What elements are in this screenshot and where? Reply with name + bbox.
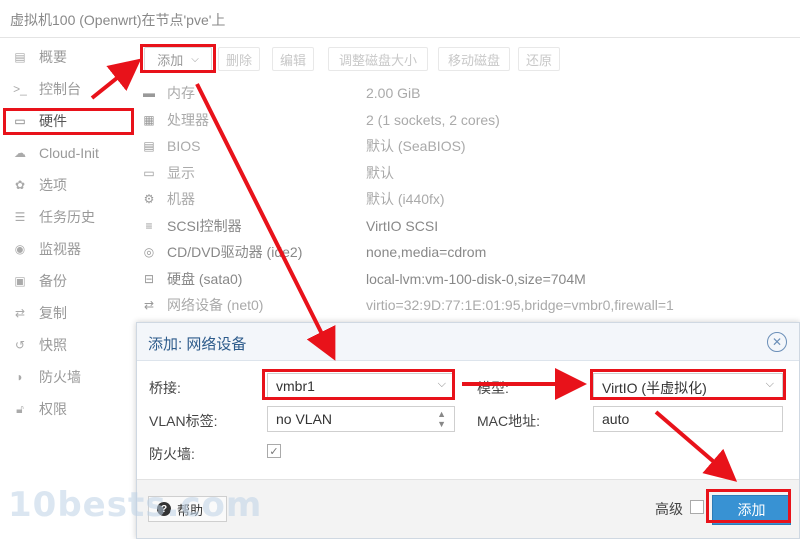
firewall-label: 防火墙:	[149, 446, 195, 462]
bridge-label: 桥接:	[149, 380, 181, 396]
hardware-name: CD/DVD驱动器 (ide2)	[167, 244, 303, 261]
advanced-label: 高级	[655, 501, 683, 517]
highlight-box-add-button	[706, 489, 791, 523]
sidebar-item-label: Cloud-Init	[39, 145, 99, 161]
hardware-value: 默认	[366, 164, 394, 181]
sidebar-item-label: 备份	[39, 273, 67, 289]
hardware-value: VirtIO SCSI	[366, 217, 439, 234]
terminal-icon: >_	[13, 82, 27, 96]
sidebar-item-permissions[interactable]: 🔓︎ 权限	[3, 396, 133, 422]
hardware-name: 网络设备 (net0)	[167, 297, 264, 314]
sidebar-item-firewall[interactable]: ◗ 防火墙	[3, 364, 133, 390]
sidebar-item-label: 权限	[39, 401, 67, 417]
hardware-value: 默认 (SeaBIOS)	[366, 138, 466, 155]
highlight-box-add-menu	[140, 44, 216, 73]
eye-icon: ◉	[14, 242, 26, 256]
hardware-row-memory[interactable]: ▬ 内存 2.00 GiB	[136, 80, 800, 107]
highlight-box-hardware	[3, 108, 134, 135]
hardware-value: local-lvm:vm-100-disk-0,size=704M	[366, 270, 586, 287]
sidebar-item-console[interactable]: >_ 控制台	[3, 76, 133, 102]
dialog-title: 添加: 网络设备	[148, 336, 247, 353]
cpu-icon: ▦	[143, 112, 155, 127]
dialog-header: 添加: 网络设备 ✕	[137, 323, 799, 361]
history-icon: ↺	[14, 338, 26, 352]
sidebar-item-snapshots[interactable]: ↺ 快照	[3, 332, 133, 358]
window-title: 虚拟机100 (Openwrt)在节点'pve'上	[0, 0, 800, 38]
move-disk-button[interactable]: 移动磁盘	[438, 47, 510, 71]
remove-button[interactable]: 删除	[218, 47, 260, 71]
sidebar-item-cloud-init[interactable]: ☁ Cloud-Init	[3, 140, 133, 166]
sidebar-item-label: 任务历史	[39, 209, 95, 225]
sidebar-item-replication[interactable]: ⇄ 复制	[3, 300, 133, 326]
mac-value: auto	[602, 411, 630, 427]
hardware-value: 默认 (i440fx)	[366, 191, 445, 208]
hardware-row-display[interactable]: ▭ 显示 默认	[136, 160, 800, 187]
hardware-row-cpu[interactable]: ▦ 处理器 2 (1 sockets, 2 cores)	[136, 107, 800, 134]
sidebar-item-summary[interactable]: ▤ 概要	[3, 44, 133, 70]
sidebar-item-label: 控制台	[39, 81, 81, 97]
hardware-name: 硬盘 (sata0)	[167, 270, 243, 287]
watermark: 10bests.com	[8, 485, 263, 525]
sidebar-item-monitor[interactable]: ◉ 监视器	[3, 236, 133, 262]
hardware-row-bios[interactable]: ▤ BIOS 默认 (SeaBIOS)	[136, 133, 800, 160]
hdd-icon: ⊟	[143, 271, 155, 286]
hardware-name: 机器	[167, 191, 195, 208]
floppy-icon: ▣	[14, 274, 26, 288]
hardware-name: 显示	[167, 164, 195, 181]
sidebar-item-backup[interactable]: ▣ 备份	[3, 268, 133, 294]
shield-icon: ◗	[16, 370, 24, 384]
revert-button[interactable]: 还原	[518, 47, 560, 71]
highlight-box-model	[590, 369, 786, 400]
cogs-icon: ⚙	[143, 192, 155, 207]
sidebar-item-options[interactable]: ✿ 选项	[3, 172, 133, 198]
spinner-icon[interactable]: ▲ ▼	[437, 409, 446, 429]
hardware-value: 2 (1 sockets, 2 cores)	[366, 111, 500, 128]
vlan-value: no VLAN	[276, 411, 333, 427]
list-icon: ☰	[14, 210, 26, 224]
close-icon[interactable]: ✕	[767, 332, 787, 352]
cdrom-icon: ◎	[143, 245, 155, 260]
hardware-name: SCSI控制器	[167, 217, 242, 234]
hardware-row-disk[interactable]: ⊟ 硬盘 (sata0) local-lvm:vm-100-disk-0,siz…	[136, 266, 800, 293]
sidebar-item-label: 防火墙	[39, 369, 81, 385]
firewall-checkbox[interactable]: ✓	[267, 444, 281, 458]
hardware-value: none,media=cdrom	[366, 244, 487, 261]
advanced-checkbox[interactable]	[690, 500, 704, 514]
vlan-input[interactable]: no VLAN ▲ ▼	[267, 406, 455, 432]
hardware-row-scsi[interactable]: ≡ SCSI控制器 VirtIO SCSI	[136, 213, 800, 240]
checkmark-icon: ✓	[269, 445, 279, 458]
mac-label: MAC地址:	[477, 413, 540, 429]
gear-icon: ✿	[14, 178, 26, 192]
sidebar-item-label: 快照	[39, 337, 67, 353]
vlan-label: VLAN标签:	[149, 413, 218, 429]
model-label: 模型:	[477, 380, 509, 396]
hardware-toolbar: 添加 ⌵ 删除 编辑 调整磁盘大小 移动磁盘 还原	[136, 40, 800, 76]
desktop-icon: ▭	[143, 165, 155, 180]
hardware-value: virtio=32:9D:77:1E:01:95,bridge=vmbr0,fi…	[366, 297, 674, 314]
hardware-name: 内存	[167, 85, 195, 102]
book-icon: ▤	[14, 50, 26, 64]
edit-button[interactable]: 编辑	[272, 47, 314, 71]
sidebar-item-label: 复制	[39, 305, 67, 321]
resize-disk-button[interactable]: 调整磁盘大小	[328, 47, 428, 71]
hardware-row-cdrom[interactable]: ◎ CD/DVD驱动器 (ide2) none,media=cdrom	[136, 239, 800, 266]
highlight-box-bridge	[262, 369, 455, 400]
unlock-icon: 🔓︎	[16, 401, 24, 416]
hardware-value: 2.00 GiB	[366, 85, 421, 102]
memory-icon: ▬	[143, 86, 155, 101]
sidebar-item-task-history[interactable]: ☰ 任务历史	[3, 204, 133, 230]
microchip-icon: ▤	[143, 139, 155, 154]
sidebar-item-label: 选项	[39, 177, 67, 193]
exchange-icon: ⇄	[143, 298, 155, 313]
database-icon: ≡	[145, 218, 153, 233]
sidebar-item-label: 概要	[39, 49, 67, 65]
hardware-row-machine[interactable]: ⚙ 机器 默认 (i440fx)	[136, 186, 800, 213]
cloud-icon: ☁	[14, 146, 26, 160]
hardware-name: 处理器	[167, 111, 209, 128]
hardware-row-network[interactable]: ⇄ 网络设备 (net0) virtio=32:9D:77:1E:01:95,b…	[136, 292, 800, 319]
hardware-name: BIOS	[167, 138, 201, 155]
retweet-icon: ⇄	[14, 306, 26, 320]
mac-address-input[interactable]: auto	[593, 406, 783, 432]
sidebar-item-label: 监视器	[39, 241, 81, 257]
